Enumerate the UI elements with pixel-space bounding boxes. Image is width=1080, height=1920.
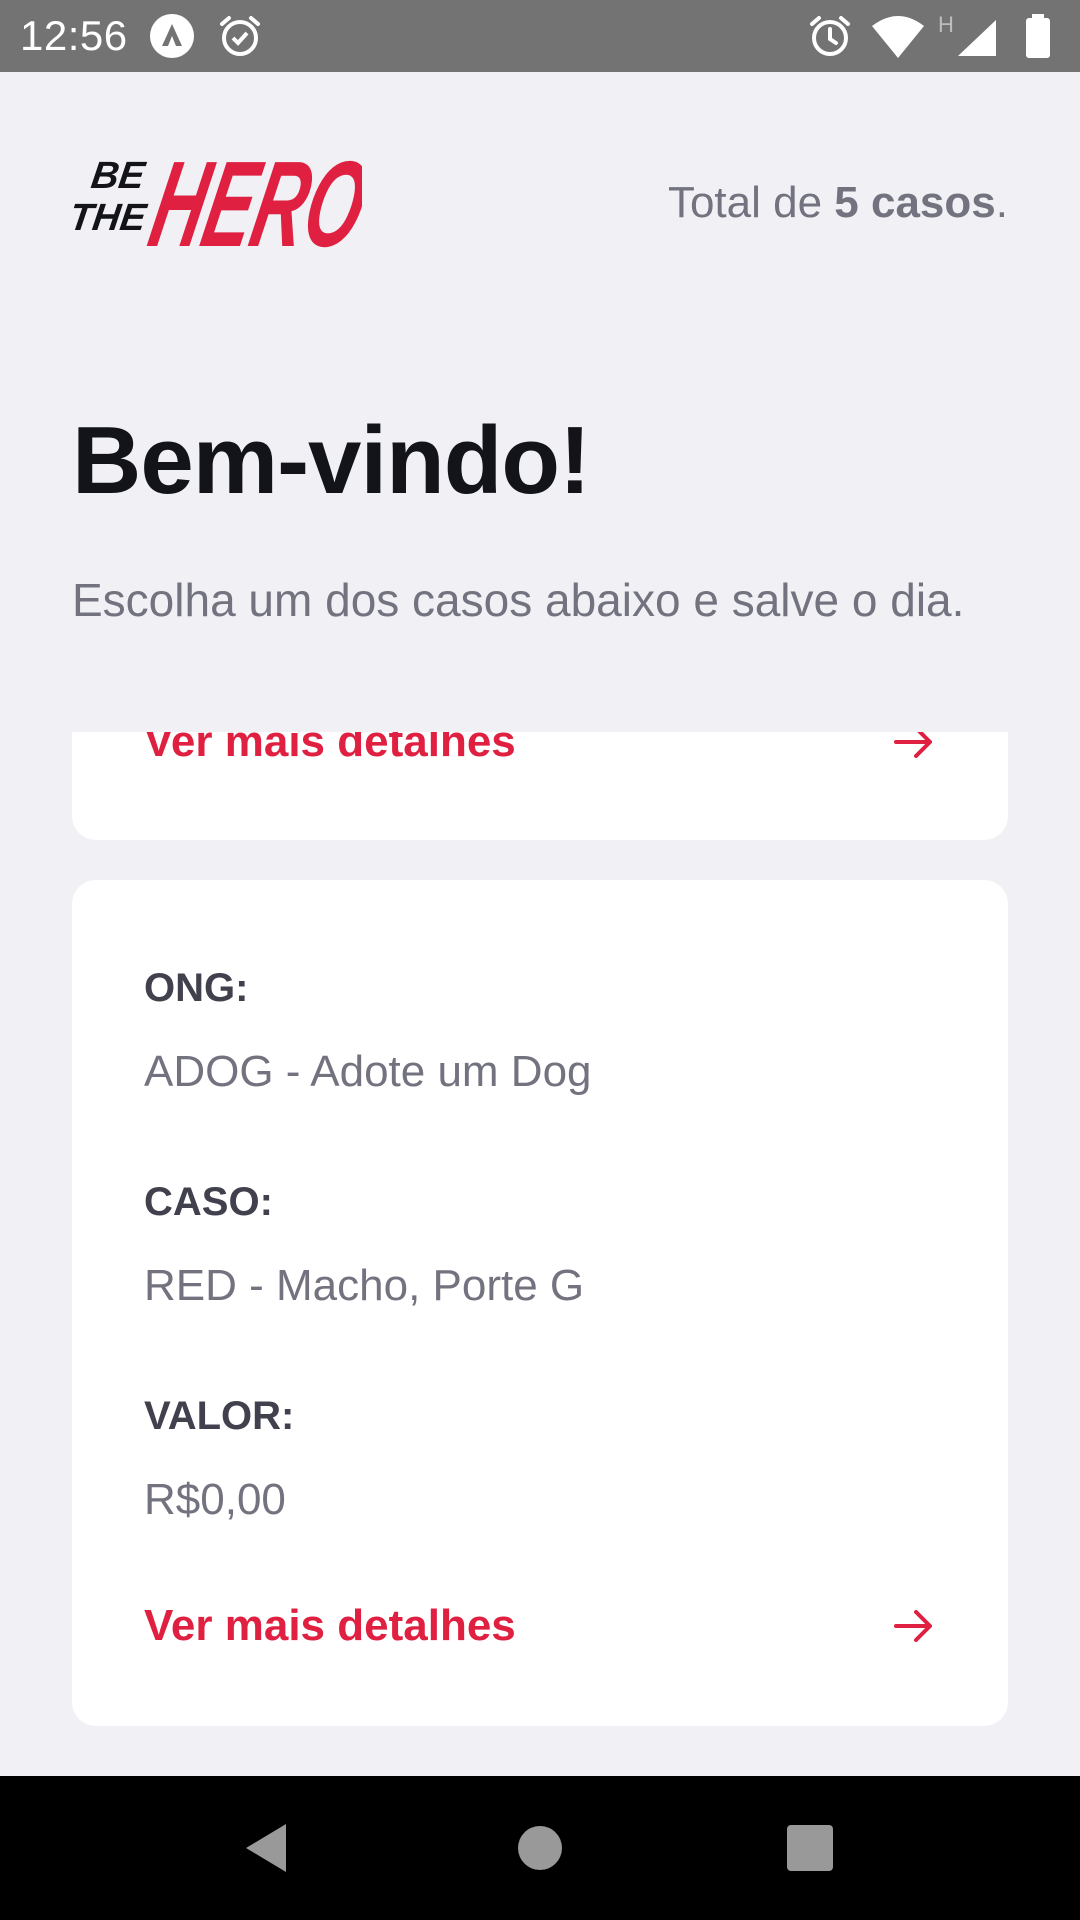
svg-text:H: H — [938, 12, 954, 37]
alarm-check-icon — [216, 12, 264, 60]
ong-label: ONG: — [144, 966, 249, 1010]
status-time: 12:56 — [20, 12, 128, 59]
recents-icon[interactable] — [770, 1808, 850, 1888]
battery-icon — [1020, 12, 1056, 60]
ong-value: ADOG - Adote um Dog — [144, 1047, 592, 1096]
back-icon[interactable] — [228, 1808, 308, 1888]
total-suffix: . — [995, 178, 1008, 227]
wifi-icon — [870, 12, 926, 60]
total-count: 5 casos — [834, 178, 996, 227]
total-cases: Total de 5 casos. — [668, 178, 1008, 228]
page-title: Bem-vindo! — [72, 407, 591, 514]
navigation-bar — [0, 1776, 1080, 1920]
svg-text:THE: THE — [72, 196, 150, 239]
case-label: CASO: — [144, 1180, 273, 1224]
signal-h-icon: H — [936, 12, 1002, 60]
value-amount: R$0,00 — [144, 1475, 286, 1524]
be-the-hero-logo: BE THE HERO — [72, 130, 362, 256]
incident-card: Ver mais detalhes — [72, 732, 1008, 840]
arrow-right-icon — [892, 732, 936, 764]
header: BE THE HERO Total de 5 casos. — [72, 130, 1008, 260]
case-value: RED - Macho, Porte G — [144, 1261, 585, 1310]
page-description: Escolha um dos casos abaixo e salve o di… — [72, 574, 965, 626]
arrow-right-icon — [892, 1604, 936, 1648]
home-icon[interactable] — [500, 1808, 580, 1888]
app-screen: BE THE HERO Total de 5 casos. Bem-vindo!… — [0, 72, 1080, 1776]
svg-text:BE: BE — [89, 154, 149, 197]
status-bar: 12:56 H — [0, 0, 1080, 72]
incident-list[interactable]: Ver mais detalhes ONG: ADOG - Adote um D… — [0, 732, 1080, 1776]
alarm-icon — [806, 12, 854, 60]
incident-card: ONG: ADOG - Adote um Dog CASO: RED - Mac… — [72, 880, 1008, 1726]
total-prefix: Total de — [667, 178, 835, 227]
app-notification-icon — [148, 12, 196, 60]
svg-text:HERO: HERO — [140, 136, 362, 256]
details-button[interactable]: Ver mais detalhes — [144, 732, 936, 772]
details-button-label: Ver mais detalhes — [144, 732, 516, 766]
details-button-label: Ver mais detalhes — [144, 1601, 516, 1650]
value-label: VALOR: — [144, 1394, 295, 1438]
details-button[interactable]: Ver mais detalhes — [144, 1596, 936, 1656]
